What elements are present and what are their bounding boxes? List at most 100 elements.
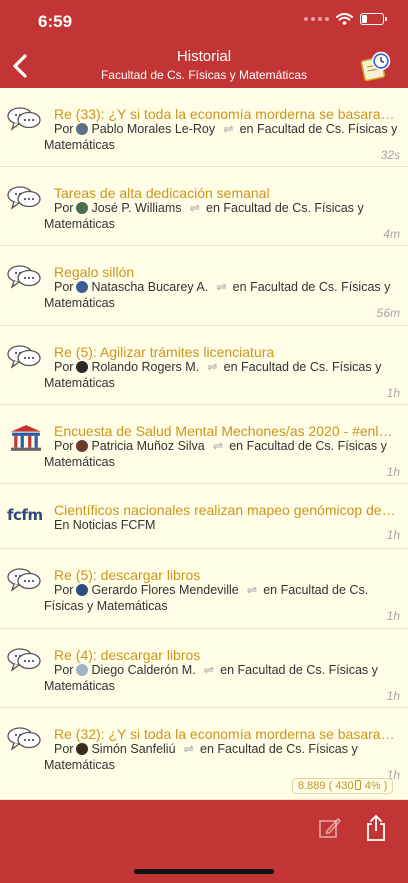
list-item-meta: En Noticias FCFM (54, 518, 156, 532)
list-item[interactable]: Tareas de alta dedicación semanal Por Jos… (0, 167, 408, 246)
list-item-title: Tareas de alta dedicación semanal (54, 185, 270, 201)
back-button[interactable] (10, 53, 30, 79)
share-button[interactable] (364, 814, 388, 842)
history-clock-button[interactable] (360, 50, 392, 82)
list-item-title: Re (4): descargar libros (54, 647, 201, 663)
list-item-title: Re (5): descargar libros (54, 567, 201, 583)
in-label: en (223, 360, 238, 374)
battery-percent: 4% (364, 780, 381, 792)
online-count: 430 (335, 780, 354, 792)
list-item[interactable]: Re (5): descargar libros Por Gerardo Flor… (0, 549, 408, 629)
avatar (76, 664, 89, 676)
list-item-title: Regalo sillón (54, 264, 135, 280)
list-item-title: Re (32): ¿Y si toda la economía morderna… (54, 726, 398, 742)
list-item[interactable]: Re (33): ¿Y si toda la economía morderna… (0, 88, 408, 167)
list-item-meta: Por Diego Calderón M. ⇌ en Facultad de Cs. … (44, 663, 398, 694)
arrows-icon: ⇌ (203, 663, 215, 677)
wifi-icon (336, 13, 353, 25)
list-item-title: Encuesta de Salud Mental Mechones/as 202… (54, 423, 398, 439)
author-name: Patricia Muñoz Silva (91, 439, 205, 453)
in-label: en (239, 122, 254, 136)
history-list: Re (33): ¿Y si toda la economía morderna… (0, 88, 408, 800)
author-name: Pablo Morales Le-Roy (91, 122, 216, 136)
list-item-title: Científicos nacionales realizan mapeo ge… (54, 502, 398, 518)
list-item-meta: Por Gerardo Flores Mendeville ⇌ en Facultad… (44, 583, 398, 614)
list-item-title: Re (5): Agilizar trámites licenciatura (54, 344, 275, 360)
home-indicator[interactable] (134, 869, 274, 874)
author-name: Diego Calderón M. (91, 663, 196, 677)
arrows-icon: ⇌ (183, 742, 195, 756)
avatar (76, 123, 89, 135)
battery-icon (360, 13, 387, 25)
list-item-title: Re (33): ¿Y si toda la economía morderna… (54, 106, 398, 122)
list-item-meta: Por José P. Williams ⇌ en Facultad de Cs. F… (44, 201, 398, 232)
list-item[interactable]: Encuesta de Salud Mental Mechones/as 202… (0, 405, 408, 484)
list-item-meta: Por Pablo Morales Le-Roy ⇌ en Facultad de C… (44, 122, 398, 153)
posts-count: 8.889 (298, 780, 326, 792)
timestamp: 1h (386, 386, 400, 400)
author-name: Rolando Rogers M. (91, 360, 200, 374)
stats-badge: 8.889 ( 430 4% ) (292, 778, 394, 794)
arrows-icon: ⇌ (189, 201, 201, 215)
signal-icon (304, 17, 329, 21)
arrows-icon: ⇌ (223, 122, 234, 136)
timestamp: 1h (386, 689, 400, 703)
phone-icon (354, 780, 361, 790)
list-item-meta: Por Rolando Rogers M. ⇌ en Facultad de Cs. … (44, 360, 398, 391)
avatar (76, 584, 89, 596)
timestamp: 1h (386, 609, 400, 623)
author-name: José P. Williams (91, 201, 182, 215)
list-item[interactable]: fcfm Científicos nacionales realizan map… (0, 484, 408, 549)
by-label: Por (54, 280, 74, 294)
arrows-icon: ⇌ (212, 439, 224, 453)
list-item[interactable]: Regalo sillón Por Natascha Bucarey A. ⇌ en … (0, 246, 408, 326)
avatar (76, 281, 89, 293)
arrows-icon: ⇌ (216, 280, 227, 294)
status-indicators (304, 13, 387, 25)
author-name: Natascha Bucarey A. (91, 280, 209, 294)
status-time: 6:59 (38, 12, 73, 31)
by-label: Por (54, 439, 74, 453)
fcfm-logo-icon: fcfm (7, 506, 43, 524)
arrows-icon: ⇌ (246, 583, 258, 597)
page-title: Historial (176, 48, 232, 65)
avatar (76, 361, 89, 373)
compose-button[interactable] (318, 816, 342, 840)
chat-bubbles-icon (7, 727, 41, 751)
in-label: en (200, 742, 214, 756)
timestamp: 1h (386, 465, 400, 479)
chat-bubbles-icon (7, 568, 41, 592)
chat-bubbles-icon (7, 265, 41, 289)
timestamp: 4m (383, 227, 400, 241)
timestamp: 32s (380, 148, 400, 162)
author-name: Simón Sanfeliú (91, 742, 176, 756)
by-label: Por (54, 583, 74, 597)
chat-bubbles-icon (7, 186, 41, 210)
by-label: Por (54, 360, 74, 374)
list-item-meta: Por Simón Sanfeliú ⇌ en Facultad de Cs. Fís… (44, 742, 398, 773)
in-label: en (263, 583, 278, 597)
chat-bubbles-icon (7, 648, 41, 672)
timestamp: 1h (386, 528, 400, 542)
author-name: Gerardo Flores Mendeville (91, 583, 239, 597)
in-label: en (232, 280, 247, 294)
by-label: Por (54, 201, 74, 215)
list-item[interactable]: Re (4): descargar libros Por Diego Calder… (0, 629, 408, 708)
avatar (76, 743, 89, 755)
building-icon (11, 425, 41, 451)
list-item[interactable]: Re (5): Agilizar trámites licenciatura P… (0, 326, 408, 405)
avatar (76, 202, 89, 214)
chat-bubbles-icon (7, 345, 41, 369)
in-label: en (206, 201, 220, 215)
by-label: Por (54, 663, 74, 677)
avatar (76, 440, 89, 452)
chat-bubbles-icon (7, 107, 41, 131)
timestamp: 56m (376, 306, 400, 320)
list-item-meta: Por Natascha Bucarey A. ⇌ en Facultad de Cs… (44, 280, 398, 311)
in-label: en (229, 439, 244, 453)
by-label: Por (54, 742, 74, 756)
list-item-meta: Por Patricia Muñoz Silva ⇌ en Facultad de C… (44, 439, 398, 470)
arrows-icon: ⇌ (207, 360, 218, 374)
page-subtitle: Facultad de Cs. Físicas y Matemáticas (100, 68, 308, 82)
top-bar: 6:59 Historial Facultad de Cs. Físicas y… (0, 0, 408, 88)
